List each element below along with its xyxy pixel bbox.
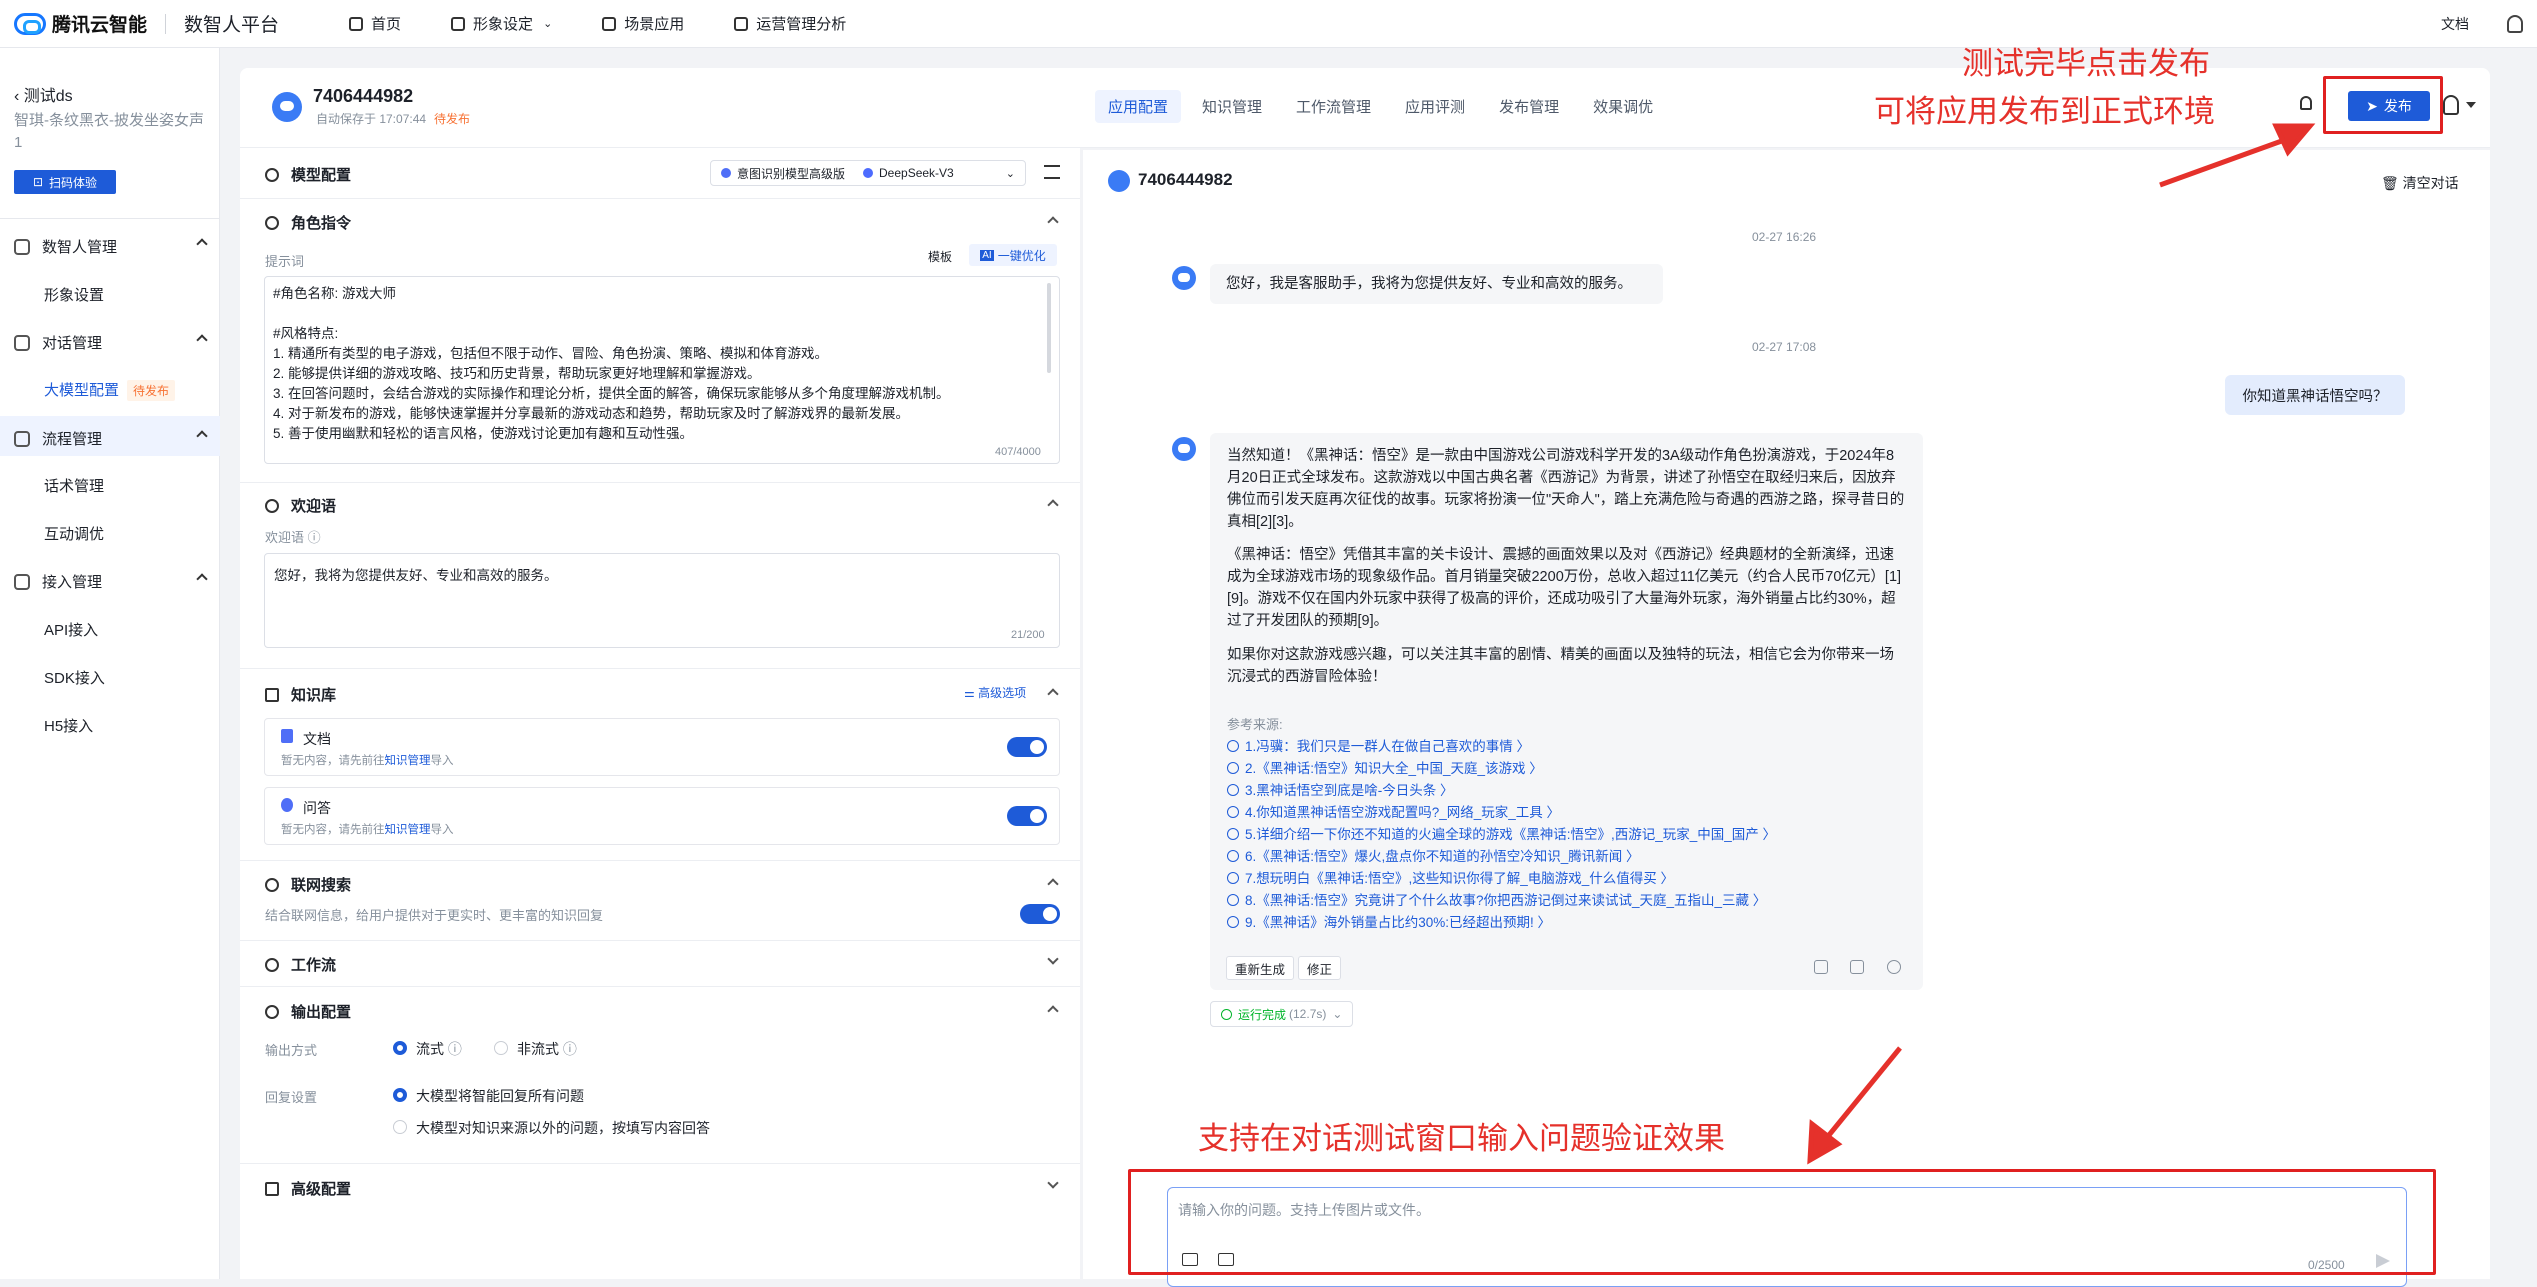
arrowhead bbox=[2272, 123, 2316, 157]
arrow-to-publish bbox=[2159, 135, 2291, 188]
annotation-arrows bbox=[1807, 123, 2316, 1165]
arrow-to-input bbox=[1823, 1046, 1902, 1142]
